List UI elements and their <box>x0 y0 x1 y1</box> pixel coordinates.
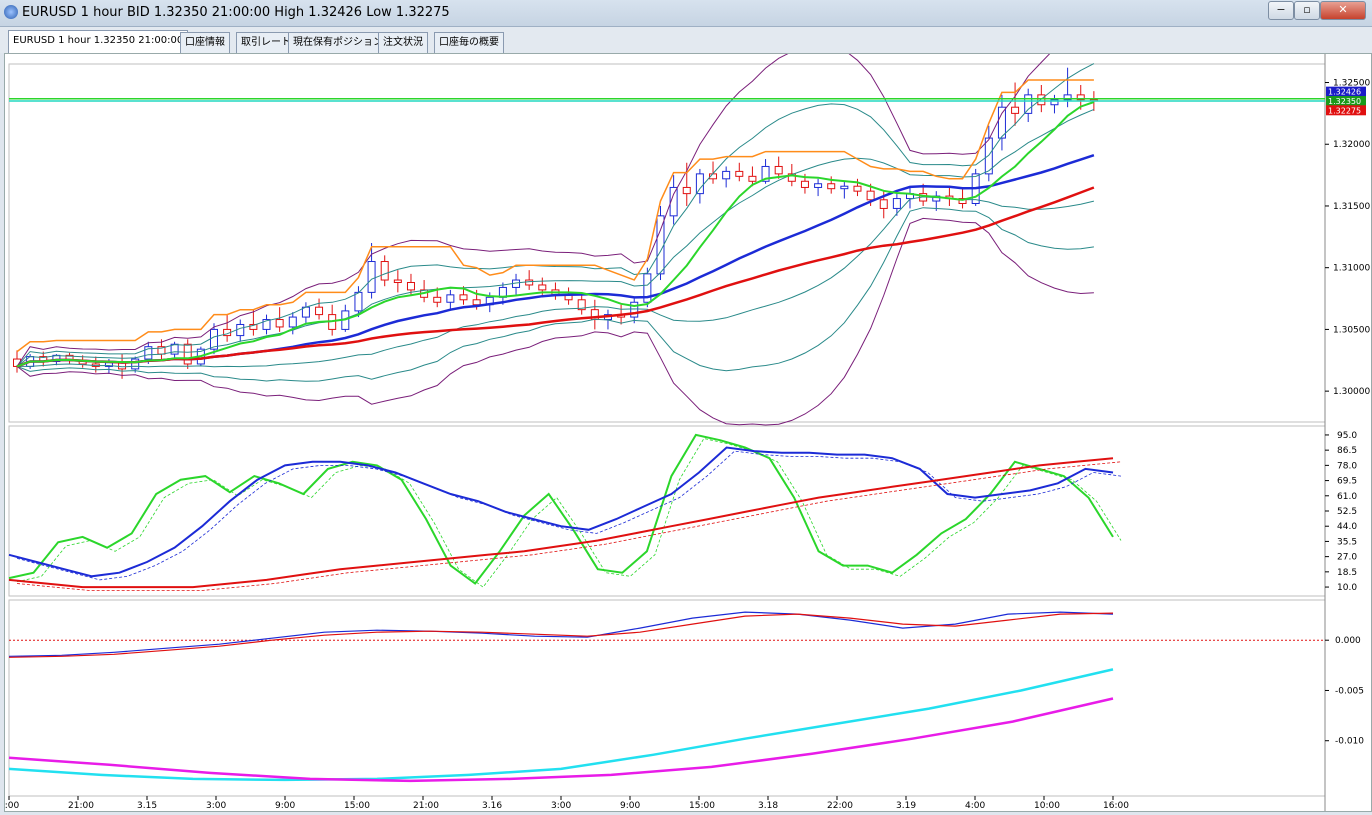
candle-body <box>814 183 823 188</box>
moving-average-line-blue <box>16 154 1095 368</box>
chart-area[interactable]: 1.32500 1.32000 1.31500 1.31000 1.30500 1.300… <box>0 17 1372 812</box>
candle-body <box>735 170 744 177</box>
candle-body <box>393 279 402 284</box>
candle-body <box>525 279 534 286</box>
osc-ytick-label: 10.0 <box>1337 583 1357 593</box>
candle-body <box>630 301 639 318</box>
close-button[interactable]: ✕ <box>1320 1 1366 20</box>
tab-orders[interactable]: 注文状況 <box>378 32 428 53</box>
candle-body <box>1037 94 1046 106</box>
candle-body <box>997 106 1006 139</box>
tab-account-summary[interactable]: 口座毎の概要 <box>434 32 504 53</box>
osc-ytick-label: 69.5 <box>1337 477 1357 487</box>
app-icon <box>4 5 18 19</box>
price-panel-frame <box>8 63 1326 423</box>
macd-series-line <box>8 612 1114 658</box>
candle-body <box>840 185 849 190</box>
candle-body <box>866 190 875 201</box>
candle-body <box>354 291 363 312</box>
price-tag-label: 1.32350 <box>1328 97 1361 106</box>
candle-body <box>800 180 809 188</box>
candle-body <box>682 186 691 195</box>
minimize-button[interactable]: − <box>1268 1 1294 20</box>
tab-rates[interactable]: 取引レート <box>236 32 296 53</box>
osc-ytick-label: 44.0 <box>1337 522 1357 532</box>
candle-body <box>853 185 862 192</box>
candle-body <box>315 306 324 316</box>
macd-panel-frame <box>8 599 1326 797</box>
osc-ytick-label: 61.0 <box>1337 492 1357 502</box>
moving-average-line-red <box>16 186 1095 368</box>
candle-body <box>748 175 757 182</box>
price-ytick-label: 1.32000 <box>1333 140 1370 150</box>
candle-body <box>367 261 376 293</box>
candle-body <box>538 284 547 291</box>
tab-bar: EURUSD 1 hour 1.32350 21:00:00 口座情報 取引レー… <box>0 27 1372 53</box>
candle-body <box>433 296 442 303</box>
candle-body <box>236 323 245 337</box>
envelope-line-orange <box>16 79 1094 353</box>
osc-ytick-label: 95.0 <box>1337 431 1357 441</box>
candle-body <box>827 183 836 190</box>
candle-body <box>459 294 468 301</box>
osc-ytick-label: 35.5 <box>1337 537 1357 547</box>
tab-chart[interactable]: EURUSD 1 hour 1.32350 21:00:00 <box>8 30 189 53</box>
price-ytick-label: 1.30000 <box>1333 387 1370 397</box>
tab-positions[interactable]: 現在保有ポジション <box>288 32 388 53</box>
candle-body <box>183 343 192 365</box>
candle-body <box>879 199 888 209</box>
candle-body <box>892 198 901 209</box>
bollinger-lower-band <box>17 196 1095 368</box>
candle-body <box>275 319 284 328</box>
osc-ytick-label: 27.0 <box>1337 553 1357 563</box>
candle-body <box>695 173 704 195</box>
candle-body <box>472 299 481 306</box>
candle-body <box>131 358 140 370</box>
osc-ytick-label: 86.5 <box>1337 446 1357 456</box>
osc-ytick-label: 52.5 <box>1337 507 1357 517</box>
window-title: EURUSD 1 hour BID 1.32350 21:00:00 High … <box>22 5 450 20</box>
candle-body <box>722 170 731 180</box>
candle-body <box>288 316 297 328</box>
osc-series-line <box>8 457 1114 589</box>
osc-series-line <box>8 433 1114 585</box>
candle-body <box>380 261 389 281</box>
price-tag-label: 1.32426 <box>1328 88 1361 97</box>
macd-series-line <box>8 668 1114 782</box>
chart-svg[interactable]: 1.325001.320001.315001.310001.305001.300… <box>0 17 1371 811</box>
moving-average-line-green <box>16 101 1095 368</box>
window-titlebar: EURUSD 1 hour BID 1.32350 21:00:00 High … <box>0 0 1372 27</box>
candle-body <box>446 294 455 303</box>
price-ytick-label: 1.31500 <box>1333 202 1370 212</box>
candle-body <box>406 282 415 291</box>
price-ytick-label: 1.30500 <box>1333 325 1370 335</box>
macd-ytick-label: -0.010 <box>1335 737 1364 747</box>
osc-ytick-label: 18.5 <box>1337 568 1357 578</box>
price-tag-label: 1.32275 <box>1328 106 1361 115</box>
osc-signal-line <box>16 438 1122 588</box>
maximize-button[interactable]: ▫ <box>1294 1 1320 20</box>
oscillator-panel-frame <box>8 425 1326 597</box>
price-ytick-label: 1.31000 <box>1333 264 1370 274</box>
candle-body <box>1024 94 1033 114</box>
candle-body <box>1011 106 1020 114</box>
osc-ytick-label: 78.0 <box>1337 461 1357 471</box>
macd-ytick-label: -0.005 <box>1335 686 1364 696</box>
tab-account-info[interactable]: 口座情報 <box>180 32 230 53</box>
macd-ytick-label: 0.000 <box>1335 636 1361 646</box>
candle-body <box>774 165 783 175</box>
